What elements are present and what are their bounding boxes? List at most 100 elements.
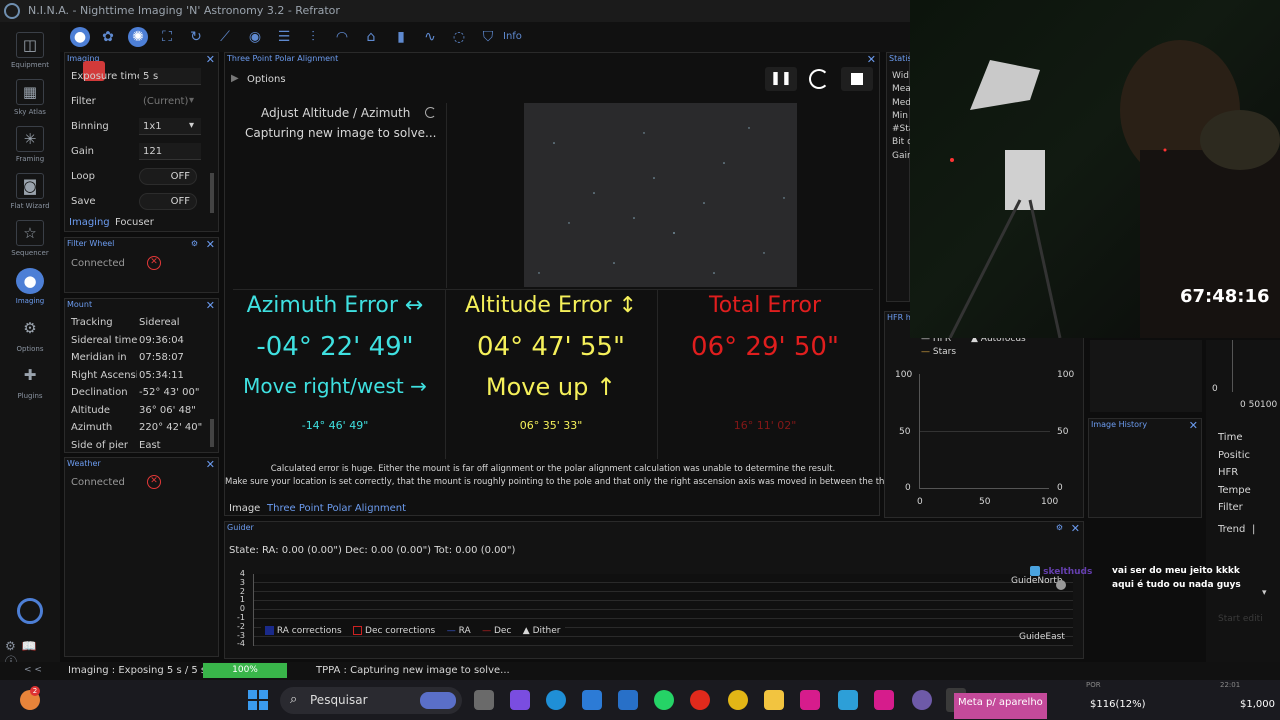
nina-taskbar-icon[interactable] [912, 690, 932, 710]
close-icon[interactable]: ✕ [1071, 522, 1080, 535]
book-icon[interactable]: 📖 [22, 639, 43, 653]
copilot-icon[interactable] [510, 690, 530, 710]
scrollbar[interactable] [210, 173, 214, 213]
azimuth-error-value: -04° 22' 49" [256, 332, 414, 362]
tab-imaging[interactable]: Imaging [69, 217, 110, 228]
settings-icon[interactable]: ⚙ [191, 239, 198, 248]
chart-tool-icon[interactable]: ▮ [391, 27, 411, 47]
altitude-error-title: Altitude Error ↕ [464, 293, 637, 318]
disconnected-icon: ✕ [147, 475, 161, 489]
filter-label: Filter [71, 96, 96, 107]
task-view-icon[interactable] [474, 690, 494, 710]
imaging-panel: Imaging ✕ Exposure time 5 s Filter (Curr… [64, 52, 219, 232]
telescope-tool-icon[interactable]: ⟋ [215, 27, 235, 47]
chat-message: skelthuds vai ser do meu jeito kkkk [1030, 566, 1270, 580]
mount-panel: Mount ✕ Tracking Sidereal Sidereal time 09… [64, 298, 219, 453]
taskbar-cut-text: POR [1086, 681, 1101, 689]
nav-imaging[interactable]: ● Imaging [0, 268, 60, 305]
whatsapp-icon[interactable] [654, 690, 674, 710]
weather-status: Connected [71, 477, 125, 488]
wave-tool-icon[interactable]: ∿ [420, 27, 440, 47]
filter-wheel-panel: Filter Wheel ✕ ⚙ Connected ✕ [64, 237, 219, 293]
chevron-down-icon[interactable]: ▾ [1262, 588, 1267, 598]
stop-button[interactable] [841, 67, 873, 91]
file-explorer-icon[interactable] [764, 690, 784, 710]
close-icon[interactable]: ✕ [1189, 419, 1198, 432]
nav-sky-atlas[interactable]: ▦ Sky Atlas [0, 79, 60, 116]
info-link[interactable]: Info [503, 31, 522, 42]
tppa-title: Three Point Polar Alignment [227, 54, 339, 63]
settings-icon[interactable]: ⚙ [5, 639, 22, 653]
taskbar-search-box[interactable]: ⌕ Pesquisar [280, 687, 462, 714]
guider-legend: RA corrections Dec corrections — RA — De… [261, 626, 565, 636]
map-icon: ▦ [16, 79, 44, 105]
filter-wheel-tool-icon[interactable]: ✿ [98, 27, 118, 47]
power-icon[interactable] [17, 598, 43, 624]
loop-toggle[interactable]: OFF [139, 168, 197, 185]
puzzle-icon: ✚ [23, 366, 37, 384]
options-expander[interactable]: Options [247, 74, 286, 85]
nav-plugins[interactable]: ✚ Plugins [0, 363, 60, 400]
target-tool-icon[interactable]: ◉ [245, 27, 265, 47]
start-menu-icon[interactable] [248, 690, 268, 710]
dome-tool-icon[interactable]: ⌂ [361, 27, 381, 47]
solve-image[interactable] [524, 103, 797, 287]
pause-button[interactable]: ❚❚ [765, 67, 797, 91]
tab-focuser[interactable]: Focuser [115, 217, 154, 228]
camera-tool-icon[interactable]: ● [70, 27, 90, 47]
focuser-tool-icon[interactable]: ✺ [128, 27, 148, 47]
opera-icon[interactable] [690, 690, 710, 710]
save-toggle[interactable]: OFF [139, 193, 197, 210]
progress-label: 100% [232, 665, 258, 675]
tab-image[interactable]: Image [229, 503, 260, 514]
search-highlight-icon [420, 692, 456, 709]
app-icon[interactable] [800, 690, 820, 710]
nav-equipment[interactable]: ◫ Equipment [0, 32, 60, 69]
step-title: Adjust Altitude / Azimuth [261, 106, 411, 120]
close-icon[interactable]: ✕ [206, 458, 215, 471]
flat-icon: ◙ [16, 173, 44, 199]
shield-tool-icon[interactable]: ⛉ [478, 27, 498, 47]
refresh-tool-icon[interactable]: ↻ [186, 27, 206, 47]
imaging-icon: ● [16, 268, 44, 294]
bulb-tool-icon[interactable]: ◌ [449, 27, 469, 47]
app-icon[interactable] [838, 690, 858, 710]
stream-goal-target: $1,000 [1240, 699, 1275, 710]
vpn-icon[interactable] [618, 690, 638, 710]
azimuth-error-title: Azimuth Error ↔ [246, 293, 424, 318]
scrollbar[interactable] [210, 419, 214, 447]
close-icon[interactable]: ✕ [206, 53, 215, 66]
nav-flat-wizard[interactable]: ◙ Flat Wizard [0, 173, 60, 210]
app-icon[interactable] [874, 690, 894, 710]
sequencer-icon: ☆ [16, 220, 44, 246]
chrome-icon[interactable] [728, 690, 748, 710]
save-label: Save [71, 196, 96, 207]
store-icon[interactable] [582, 690, 602, 710]
sliders-tool-icon[interactable]: ⫶ [303, 27, 323, 47]
filter-select[interactable]: (Current) [143, 96, 188, 107]
step-spinner-icon [425, 107, 436, 118]
close-icon[interactable]: ✕ [867, 53, 876, 66]
framing-icon: ✳ [16, 126, 44, 152]
chevron-down-icon: ▾ [189, 120, 195, 131]
edge-icon[interactable] [546, 690, 566, 710]
windows-taskbar: 2 ⌕ Pesquisar POR 22:01 Meta p/ aparelho… [0, 680, 1280, 720]
legend-stars: — Stars [921, 347, 957, 357]
binning-label: Binning [71, 121, 109, 132]
hfr-history-panel: HFR h — HFR ▲ Autofocus — Stars 100 50 0… [884, 311, 1084, 518]
rotator-tool-icon[interactable]: ⛶ [157, 27, 177, 47]
altitude-detail: 06° 35' 33" [519, 419, 583, 432]
left-navigation: ◫ Equipment ▦ Sky Atlas ✳ Framing ◙ Flat Wiz… [0, 22, 60, 669]
filter-wheel-status: Connected [71, 258, 125, 269]
collapse-button[interactable]: < < [24, 665, 42, 675]
nav-sequencer[interactable]: ☆ Sequencer [0, 220, 60, 257]
arc-tool-icon[interactable]: ◠ [332, 27, 352, 47]
nav-framing[interactable]: ✳ Framing [0, 126, 60, 163]
close-icon[interactable]: ✕ [206, 299, 215, 312]
list-tool-icon[interactable]: ☰ [274, 27, 294, 47]
window-title: N.I.N.A. - Nighttime Imaging 'N' Astrono… [28, 4, 340, 17]
close-icon[interactable]: ✕ [206, 238, 215, 251]
nav-options[interactable]: ⚙ Options [0, 316, 60, 353]
settings-icon[interactable]: ⚙ [1056, 523, 1063, 532]
tab-three-point-polar-alignment[interactable]: Three Point Polar Alignment [267, 503, 406, 514]
